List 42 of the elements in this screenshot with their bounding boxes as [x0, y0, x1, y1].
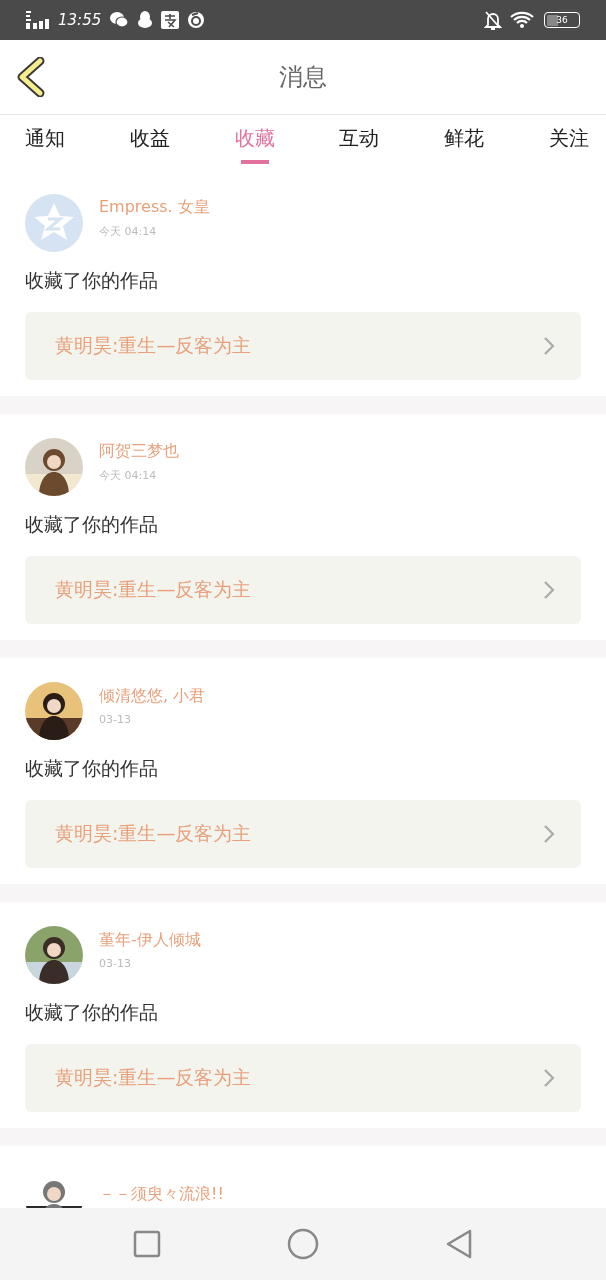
message-time: 03-13	[99, 713, 132, 726]
message-text: 收藏了你的作品	[25, 268, 159, 293]
star-avatar-icon	[25, 194, 83, 252]
bell-off-icon	[484, 10, 502, 30]
chevron-right-icon	[543, 1068, 555, 1088]
home-icon[interactable]	[287, 1228, 319, 1260]
wifi-icon	[510, 11, 536, 29]
recents-icon[interactable]	[133, 1230, 161, 1258]
app-icon	[161, 11, 180, 29]
message-time: 今天 04:14	[99, 468, 158, 483]
chevron-right-icon	[543, 824, 555, 844]
work-link[interactable]: 黄明昊:重生—反客为主	[25, 800, 581, 868]
tab[interactable]: 通知	[22, 125, 68, 164]
work-link[interactable]: 黄明昊:重生—反客为主	[25, 312, 581, 380]
penguin-icon	[137, 11, 154, 29]
message-text: 收藏了你的作品	[25, 756, 159, 781]
tab[interactable]: 收藏	[231, 125, 278, 164]
chevron-right-icon	[543, 580, 555, 600]
tab[interactable]: 收益	[126, 125, 173, 164]
user-name[interactable]: 堇年-伊人倾城	[99, 930, 201, 951]
work-link[interactable]: 黄明昊:重生—反客为主	[25, 1044, 581, 1112]
tab[interactable]: 关注	[546, 125, 592, 164]
swirl-icon	[187, 11, 206, 29]
user-name[interactable]: Empress. 女皇	[99, 197, 210, 218]
user-name[interactable]: －－须臾々流浪!!	[99, 1183, 224, 1205]
message-time: 今天 04:14	[99, 224, 158, 239]
tab[interactable]: 互动	[336, 125, 383, 164]
signal-icon	[26, 11, 50, 29]
user-name[interactable]: 倾清悠悠, 小君	[99, 686, 206, 707]
back-icon[interactable]	[445, 1228, 473, 1260]
user-name[interactable]: 阿贺三梦也	[99, 441, 179, 462]
page-title: 消息	[279, 62, 327, 93]
tab[interactable]: 鲜花	[441, 125, 488, 164]
battery-level: 36	[556, 15, 568, 25]
chat-bubbles-icon	[109, 11, 130, 29]
status-time: 13:55	[58, 11, 102, 29]
chevron-right-icon	[543, 336, 555, 356]
work-link[interactable]: 黄明昊:重生—反客为主	[25, 556, 581, 624]
message-text: 收藏了你的作品	[25, 512, 159, 537]
back-button[interactable]	[16, 57, 46, 97]
message-text: 收藏了你的作品	[25, 1000, 159, 1025]
message-time: 03-13	[99, 957, 132, 970]
